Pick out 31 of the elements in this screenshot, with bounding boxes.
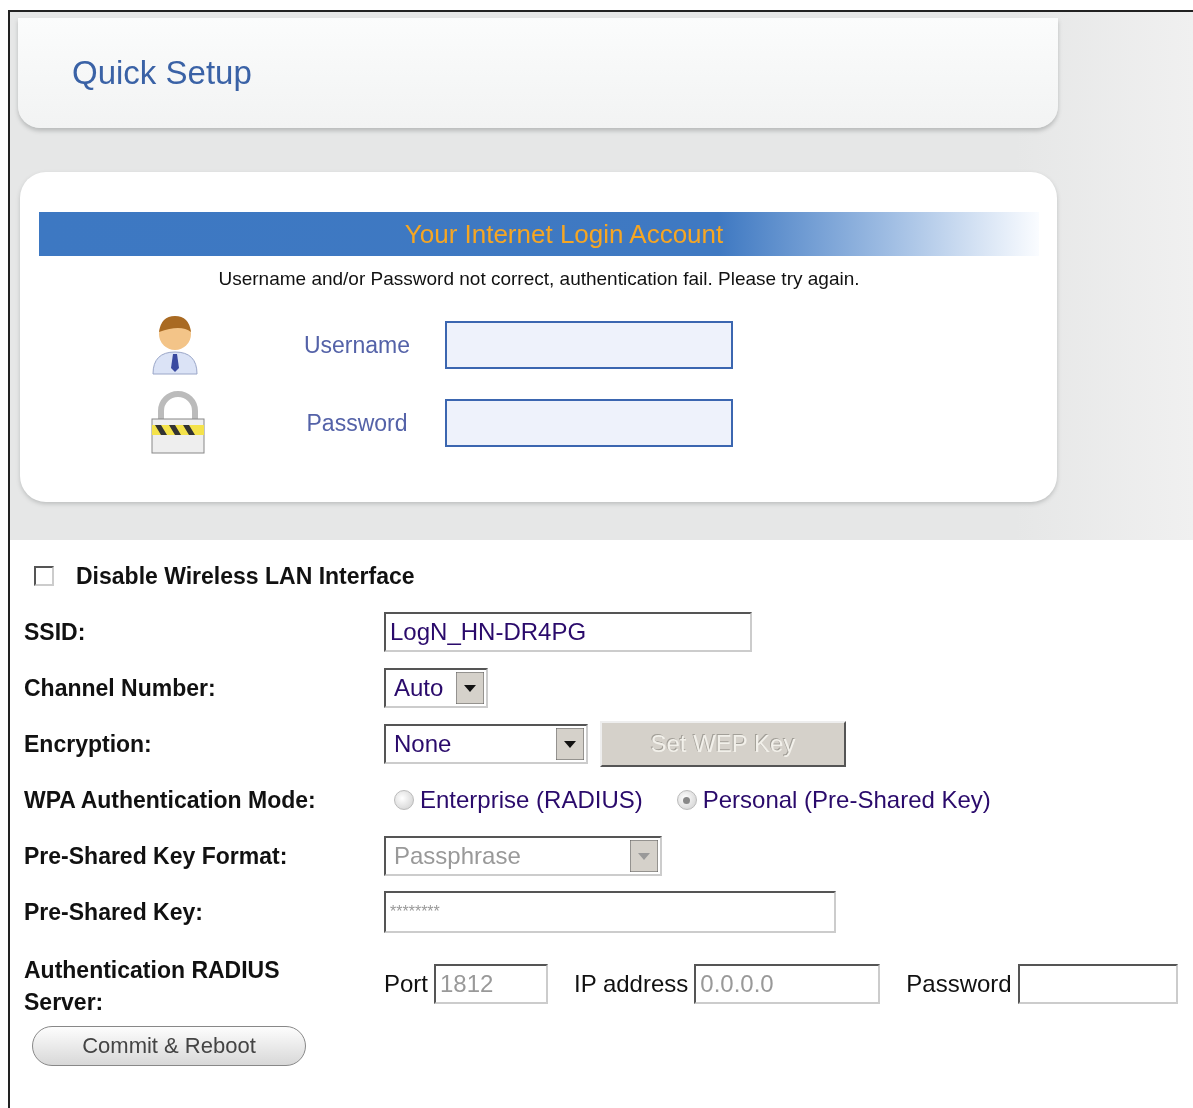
input-field[interactable] <box>445 321 733 369</box>
page-title: Quick Setup <box>72 54 252 92</box>
field-label: Authentication RADIUS Server: <box>24 956 281 1017</box>
radio-button[interactable] <box>676 790 697 810</box>
ssid-field[interactable]: LogN_HN-DR4PG <box>384 612 752 652</box>
field-label: Pre-Shared Key: <box>24 898 204 926</box>
field-label: Password <box>906 970 1012 998</box>
login-heading: Your Internet Login Account <box>404 218 724 250</box>
radio-label: Personal (Pre-Shared Key) <box>702 786 991 814</box>
field-label: Pre-Shared Key Format: <box>24 842 289 870</box>
field-label: Username <box>303 331 411 359</box>
radio-label: Enterprise (RADIUS) <box>420 786 643 814</box>
field-label: WPA Authentication Mode: <box>24 786 317 814</box>
field-label: IP address <box>574 970 689 998</box>
encryption-dropdown[interactable]: None <box>384 724 588 764</box>
dropdown-arrow-icon[interactable] <box>556 728 584 760</box>
dropdown-arrow-icon[interactable] <box>456 672 484 704</box>
checkbox[interactable] <box>34 566 54 586</box>
field-label: Channel Number: <box>24 674 217 702</box>
channel-dropdown[interactable]: Auto <box>384 668 488 708</box>
field-label: Port <box>384 970 428 998</box>
radio-button[interactable] <box>394 790 414 810</box>
input-field[interactable] <box>1017 964 1178 1004</box>
checkbox-label: Disable Wireless LAN Interface <box>76 562 415 590</box>
commit-reboot-button[interactable]: Commit & Reboot <box>32 1026 306 1066</box>
padlock-icon <box>149 391 207 455</box>
error-message: Username and/or Password not correct, authentication fail. Please try again. <box>217 268 861 290</box>
input-field[interactable] <box>445 399 733 447</box>
field-label: Password <box>306 409 408 437</box>
field-label: Encryption: <box>24 730 153 758</box>
field-label: SSID: <box>24 618 87 646</box>
